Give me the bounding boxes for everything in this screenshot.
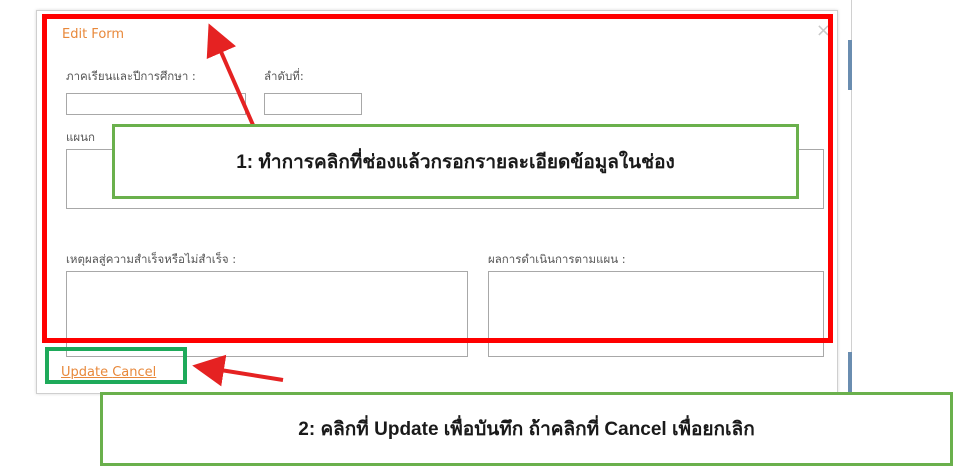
annotation-callout-1: 1: ทำการคลิกที่ช่องแล้วกรอกรายละเอียดข้อ… [112, 124, 799, 199]
background-edge-bar [848, 40, 852, 90]
background-edge-bar [848, 352, 852, 392]
screenshot-stage: Edit Form × ภาคเรียนและปีการศึกษา : ลำดั… [0, 0, 953, 467]
annotation-actions-highlight [45, 347, 187, 384]
annotation-callout-2: 2: คลิกที่ Update เพื่อบันทึก ถ้าคลิกที่… [100, 392, 953, 466]
